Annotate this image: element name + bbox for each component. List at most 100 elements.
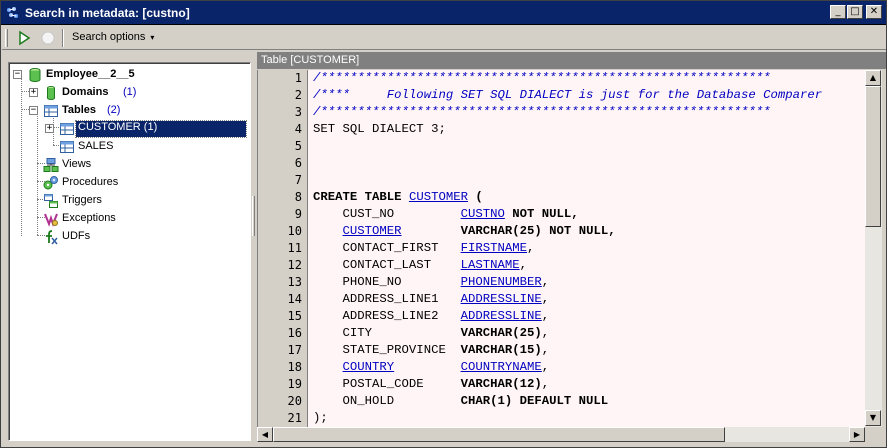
tree-item-domains[interactable]: + Domains (1) <box>9 84 249 102</box>
column-name: ON_HOLD <box>313 394 461 408</box>
horizontal-scrollbar[interactable]: ◀ ▶ <box>257 427 865 442</box>
title-bar[interactable]: Search in metadata: [custno] _ □ ✕ <box>1 1 886 25</box>
sql-editor[interactable]: 1 2 3 4 5 6 7 8 9 10 11 12 13 14 15 16 1… <box>257 70 865 427</box>
line-number: 4 <box>294 122 302 136</box>
line-number: 19 <box>287 377 302 391</box>
minimize-button[interactable]: _ <box>830 5 846 19</box>
punct: , <box>541 292 550 306</box>
triggers-icon <box>44 194 58 208</box>
sql-link[interactable]: COUNTRY <box>343 360 395 374</box>
column-name: CONTACT_LAST <box>313 258 461 272</box>
domains-count: (1) <box>123 86 137 98</box>
exceptions-icon <box>44 213 58 227</box>
punct: , <box>541 377 550 391</box>
line-number: 20 <box>287 394 302 408</box>
procedures-icon <box>43 176 58 190</box>
sql-keyword: VARCHAR(12) <box>460 377 542 391</box>
sql-link[interactable]: CUSTOMER <box>343 224 402 238</box>
line-number: 11 <box>287 241 302 255</box>
column-name: POSTAL_CODE <box>313 377 461 391</box>
code-line: SET SQL DIALECT 3; <box>313 122 446 136</box>
code-line: ON_HOLD CHAR(1) DEFAULT NULL <box>313 393 609 410</box>
sql-keyword: ( <box>467 190 483 204</box>
maximize-button[interactable]: □ <box>847 5 863 19</box>
punct: , <box>541 360 550 374</box>
code-line: ); <box>313 411 328 425</box>
exceptions-label: Exceptions <box>62 212 116 224</box>
sql-link[interactable]: CUSTOMER <box>409 190 468 204</box>
punct: , <box>541 326 550 340</box>
line-number: 1 <box>294 71 302 85</box>
search-options-button[interactable]: Search options ▾ <box>68 29 158 47</box>
column-name: CUST_NO <box>313 207 461 221</box>
line-number: 9 <box>294 207 302 221</box>
sql-link[interactable]: ADDRESSLINE <box>461 309 542 323</box>
tree-item-triggers[interactable]: Triggers <box>9 192 249 210</box>
tree-item-udfs[interactable]: UDFs <box>9 228 249 246</box>
code-line: POSTAL_CODE VARCHAR(12), <box>313 376 550 393</box>
column-name: ADDRESS_LINE2 <box>313 309 461 323</box>
scroll-down-button[interactable]: ▼ <box>865 410 881 426</box>
column-name: STATE_PROVINCE <box>313 343 461 357</box>
scroll-left-button[interactable]: ◀ <box>257 427 273 442</box>
sql-link[interactable]: ADDRESSLINE <box>461 292 542 306</box>
line-number: 7 <box>294 173 302 187</box>
expand-icon[interactable]: + <box>29 88 38 97</box>
panel-splitter[interactable] <box>252 196 255 236</box>
code-line: CUSTOMER VARCHAR(25) NOT NULL, <box>313 223 616 240</box>
tree-item-tables[interactable]: − Tables (2) <box>9 102 249 120</box>
line-number: 14 <box>287 292 302 306</box>
punct: , <box>541 275 550 289</box>
vertical-scroll-thumb[interactable] <box>865 86 881 227</box>
scroll-right-button[interactable]: ▶ <box>849 427 865 442</box>
tree-item-customer[interactable]: + CUSTOMER (1) <box>9 120 249 138</box>
vertical-scrollbar[interactable]: ▲ ▼ <box>865 70 882 427</box>
collapse-icon[interactable]: − <box>13 70 22 79</box>
sales-label: SALES <box>78 140 114 152</box>
collapse-icon[interactable]: − <box>29 106 38 115</box>
tree-item-root[interactable]: − Employee__2__5 <box>9 66 249 84</box>
column-name: PHONE_NO <box>313 275 461 289</box>
chevron-down-icon: ▾ <box>150 33 155 42</box>
horizontal-scroll-thumb[interactable] <box>273 427 725 442</box>
sql-link[interactable]: PHONENUMBER <box>461 275 542 289</box>
views-label: Views <box>62 158 92 170</box>
toolbar: Search options ▾ <box>2 26 886 50</box>
punct: , <box>527 241 535 255</box>
database-icon <box>29 68 41 82</box>
code-line: ADDRESS_LINE2 ADDRESSLINE, <box>313 308 550 325</box>
tree-item-procedures[interactable]: Procedures <box>9 174 249 192</box>
run-icon[interactable] <box>16 30 32 46</box>
line-number-gutter: 1 2 3 4 5 6 7 8 9 10 11 12 13 14 15 16 1… <box>258 70 308 427</box>
line-number: 15 <box>287 309 302 323</box>
code-line: /***************************************… <box>313 71 771 85</box>
scroll-up-button[interactable]: ▲ <box>865 70 881 86</box>
sql-link[interactable]: LASTNAME <box>461 258 520 272</box>
sql-link[interactable]: COUNTRYNAME <box>461 360 542 374</box>
tree-item-sales[interactable]: SALES <box>9 138 249 156</box>
tree-item-exceptions[interactable]: Exceptions <box>9 210 249 228</box>
metadata-tree[interactable]: − Employee__2__5 + Domains (1) − Tables … <box>8 62 251 441</box>
line-number: 3 <box>294 105 302 119</box>
domain-icon <box>47 86 55 100</box>
tree-item-views[interactable]: Views <box>9 156 249 174</box>
line-number: 8 <box>294 190 302 204</box>
sql-link[interactable]: FIRSTNAME <box>461 241 527 255</box>
expand-icon[interactable]: + <box>45 124 54 133</box>
line-number: 13 <box>287 275 302 289</box>
table-icon <box>60 141 74 153</box>
table-icon <box>60 123 74 135</box>
toolbar-separator <box>62 29 64 47</box>
udf-icon <box>46 230 58 245</box>
window-title: Search in metadata: [custno] <box>25 6 190 20</box>
toolbar-grip[interactable] <box>5 29 8 47</box>
sql-link[interactable]: CUSTNO <box>461 207 505 221</box>
search-metadata-icon <box>7 7 18 18</box>
stop-icon[interactable] <box>40 30 56 46</box>
procedures-label: Procedures <box>62 176 119 188</box>
tables-count: (2) <box>107 104 121 116</box>
close-button[interactable]: ✕ <box>866 5 882 19</box>
column-name: ADDRESS_LINE1 <box>313 292 461 306</box>
